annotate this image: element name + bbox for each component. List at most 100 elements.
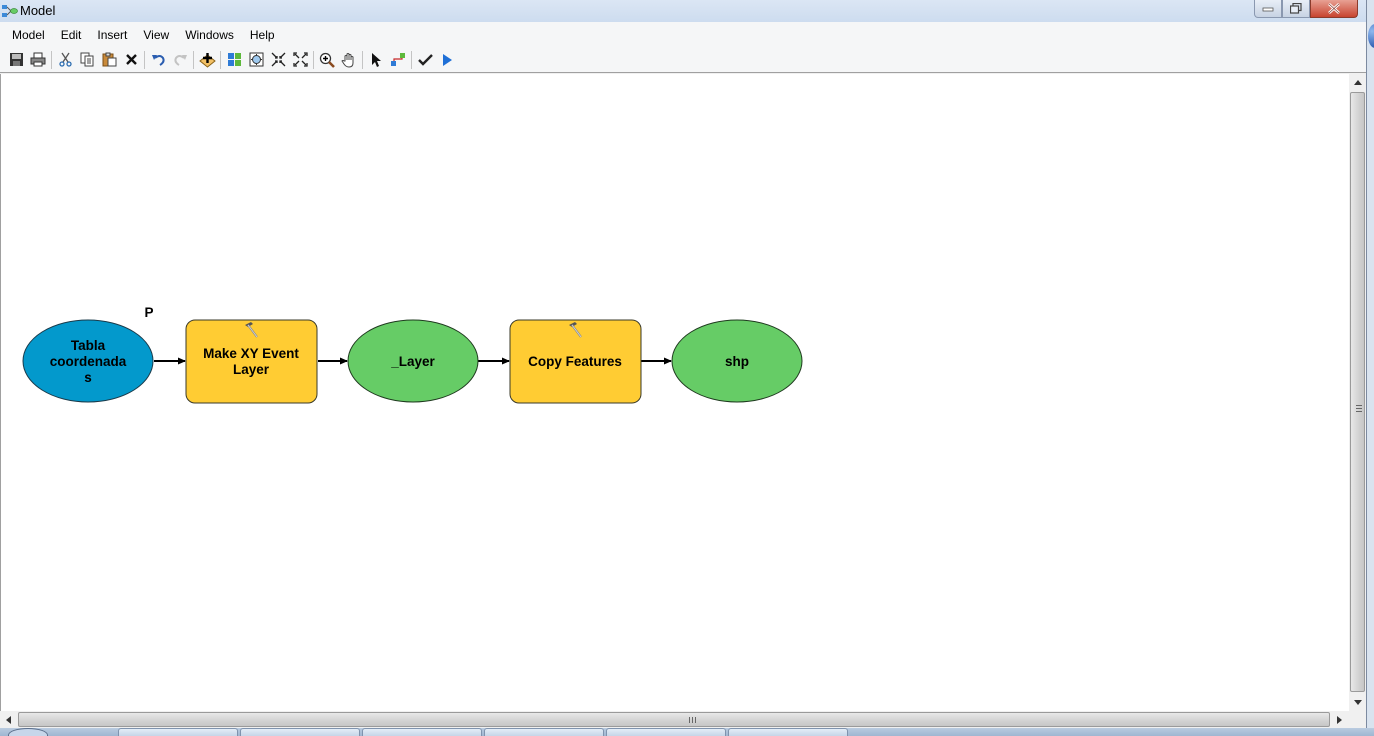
pan-button[interactable]	[338, 49, 360, 71]
node-copy-features[interactable]: Copy Features	[509, 319, 642, 404]
minimize-button[interactable]	[1254, 0, 1282, 18]
arrow-down-icon	[1353, 700, 1362, 705]
fixed-zoom-in-icon	[271, 52, 285, 67]
taskbar-item[interactable]	[728, 728, 848, 736]
connect-icon	[391, 52, 405, 66]
model-diagram: Tabla coordenada s P Make XY Event Layer	[22, 305, 803, 404]
node-label-line: Tabla	[71, 338, 106, 353]
vertical-scrollbar[interactable]	[1349, 74, 1366, 711]
taskbar	[0, 728, 1374, 736]
toolbar-separator	[220, 50, 221, 69]
minimize-icon	[1262, 7, 1274, 11]
node-layer[interactable]: _Layer	[347, 319, 479, 403]
taskbar-item[interactable]	[362, 728, 482, 736]
validate-button[interactable]	[414, 49, 436, 71]
menu-insert[interactable]: Insert	[89, 28, 135, 42]
restore-button[interactable]	[1282, 0, 1310, 18]
start-button[interactable]	[8, 728, 48, 736]
globe-icon	[1368, 24, 1374, 48]
scroll-right-button[interactable]	[1331, 711, 1348, 728]
taskbar-item[interactable]	[606, 728, 726, 736]
window-title: Model	[20, 3, 56, 18]
magnifier-icon	[319, 52, 335, 68]
menu-model[interactable]: Model	[4, 28, 53, 42]
delete-icon	[125, 54, 137, 65]
undo-button[interactable]	[147, 49, 169, 71]
delete-button[interactable]	[120, 49, 142, 71]
scroll-up-button[interactable]	[1349, 74, 1366, 91]
undo-icon	[151, 54, 165, 66]
toolbar-separator	[313, 50, 314, 69]
run-icon	[443, 53, 452, 66]
taskbar-item[interactable]	[484, 728, 604, 736]
cut-icon	[58, 52, 72, 67]
horizontal-scrollbar[interactable]	[0, 711, 1349, 728]
paste-button[interactable]	[98, 49, 120, 71]
node-label-line: s	[84, 370, 92, 385]
toolbar-separator	[362, 50, 363, 69]
restore-icon	[1290, 3, 1302, 14]
node-label-line: Layer	[233, 362, 270, 377]
print-button[interactable]	[27, 49, 49, 71]
scroll-left-button[interactable]	[0, 711, 17, 728]
pan-hand-icon	[341, 52, 354, 68]
arrow-right-icon	[1337, 715, 1342, 724]
toolbar	[0, 47, 1366, 73]
scroll-down-button[interactable]	[1349, 694, 1366, 711]
connect-button[interactable]	[387, 49, 409, 71]
scrollbar-corner	[1349, 711, 1366, 728]
fixed-zoom-out-button[interactable]	[289, 49, 311, 71]
add-data-button[interactable]	[196, 49, 218, 71]
toolbar-separator	[193, 50, 194, 69]
print-icon	[30, 52, 46, 67]
copy-button[interactable]	[76, 49, 98, 71]
full-extent-icon	[249, 52, 263, 67]
menu-help[interactable]: Help	[242, 28, 283, 42]
close-icon	[1328, 3, 1340, 14]
model-app-icon	[2, 5, 18, 17]
node-label-line: Make XY Event	[203, 346, 299, 361]
menu-bar: Model Edit Insert View Windows Help	[0, 22, 1366, 47]
copy-icon	[80, 52, 93, 67]
node-label-line: coordenada	[50, 354, 127, 369]
fixed-zoom-in-button[interactable]	[267, 49, 289, 71]
menu-view[interactable]: View	[135, 28, 177, 42]
auto-layout-button[interactable]	[223, 49, 245, 71]
save-button[interactable]	[5, 49, 27, 71]
add-data-icon	[198, 52, 216, 68]
full-extent-button[interactable]	[245, 49, 267, 71]
select-arrow-icon	[372, 52, 381, 67]
model-canvas[interactable]: Tabla coordenada s P Make XY Event Layer	[0, 74, 1349, 711]
node-make-xy-event-layer[interactable]: Make XY Event Layer	[185, 319, 318, 404]
menu-windows[interactable]: Windows	[177, 28, 242, 42]
parameter-marker: P	[144, 305, 153, 320]
redo-button[interactable]	[169, 49, 191, 71]
node-tabla-coordenadas[interactable]: Tabla coordenada s	[22, 319, 154, 403]
vertical-scroll-thumb[interactable]	[1350, 92, 1365, 692]
toolbar-separator	[51, 50, 52, 69]
paste-icon	[102, 52, 116, 67]
close-button[interactable]	[1310, 0, 1358, 18]
node-label-line: Copy Features	[528, 354, 622, 369]
menu-edit[interactable]: Edit	[53, 28, 90, 42]
taskbar-item[interactable]	[240, 728, 360, 736]
redo-icon	[173, 54, 187, 66]
toolbar-separator	[411, 50, 412, 69]
select-button[interactable]	[365, 49, 387, 71]
save-icon	[9, 53, 23, 66]
run-button[interactable]	[436, 49, 458, 71]
horizontal-scroll-thumb[interactable]	[18, 712, 1330, 727]
cut-button[interactable]	[54, 49, 76, 71]
arrow-up-icon	[1353, 80, 1362, 85]
arrow-left-icon	[6, 715, 11, 724]
node-label-line: shp	[725, 354, 749, 369]
toolbar-separator	[144, 50, 145, 69]
zoom-button[interactable]	[316, 49, 338, 71]
auto-layout-icon	[227, 53, 241, 66]
node-shp[interactable]: shp	[671, 319, 803, 403]
fixed-zoom-out-icon	[292, 52, 308, 67]
taskbar-item[interactable]	[118, 728, 238, 736]
checkmark-icon	[417, 53, 433, 66]
model-builder-window: Model Model Edit Insert View Windows Hel…	[0, 0, 1374, 736]
background-window-edge	[1366, 0, 1374, 736]
